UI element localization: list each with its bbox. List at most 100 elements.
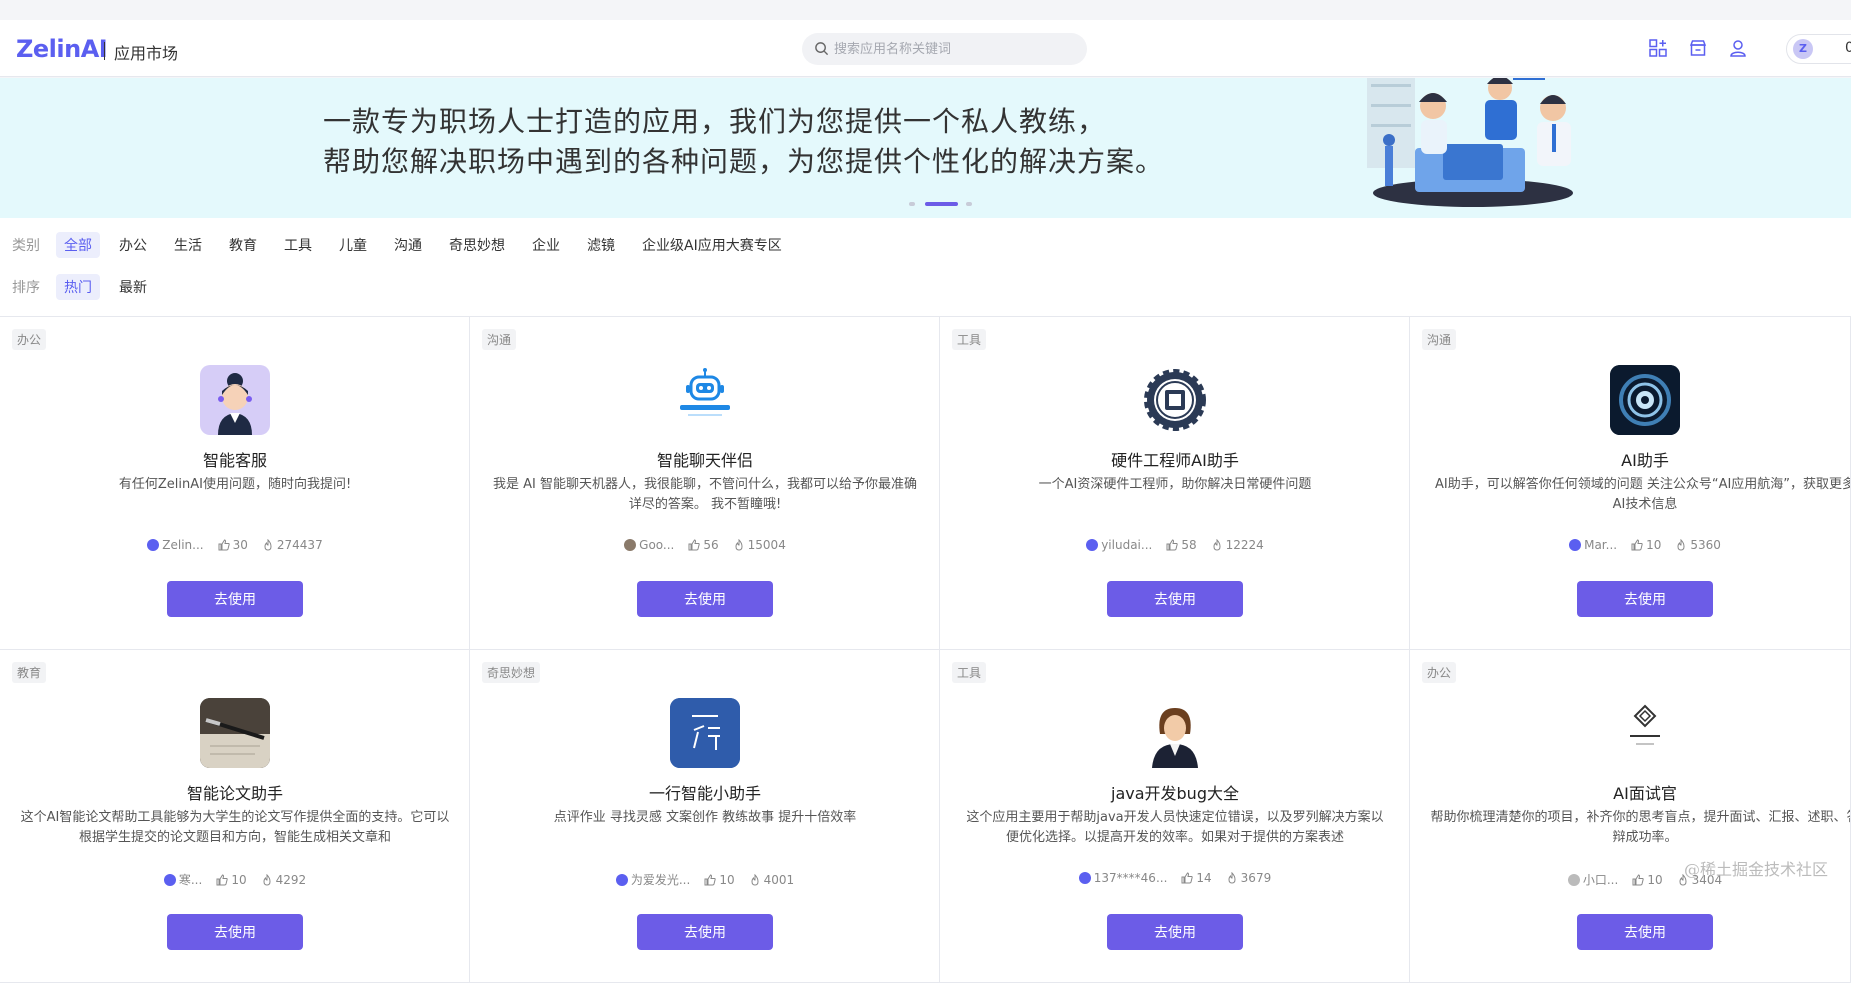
card-author: yiludai... <box>1086 538 1152 552</box>
author-avatar <box>147 539 160 551</box>
category-chip-filter[interactable]: 滤镜 <box>579 232 623 258</box>
card-meta: Zelin... 30 274437 <box>0 538 469 552</box>
banner-line-2: 帮助您解决职场中遇到的各种问题，为您提供个性化的解决方案。 <box>323 145 1165 178</box>
card-title: AI面试官 <box>1613 784 1677 803</box>
app-card[interactable]: 工具 硬件工程师AI助手 一个AI资深硬件工程师，助你解决日常硬件问题 yilu… <box>940 317 1410 650</box>
card-category-tag: 奇思妙想 <box>482 662 541 683</box>
likes-count: 10 <box>719 872 735 887</box>
thumb-up-icon <box>218 539 230 551</box>
card-title: 一行智能小助手 <box>648 784 761 803</box>
uses-count: 274437 <box>276 538 323 552</box>
category-chip-creative[interactable]: 奇思妙想 <box>441 232 513 258</box>
card-title: 硬件工程师AI助手 <box>1111 451 1239 470</box>
banner[interactable]: 一款专为职场人士打造的应用，我们为您提供一个私人教练， 帮助您解决职场中遇到的各… <box>0 78 1851 218</box>
author-avatar <box>163 873 176 886</box>
app-card[interactable]: 工具 java开发bug大全 这个应用主要用于帮助java开发人员快速定位错误，… <box>940 650 1410 983</box>
thumb-up-icon <box>1631 539 1643 551</box>
use-button[interactable]: 去使用 <box>1107 581 1243 617</box>
card-title: 智能论文助手 <box>186 784 283 803</box>
uses-count: 15004 <box>747 538 786 552</box>
app-card[interactable]: 办公 AI面试官 帮助你梳理清楚你的项目，补齐你的思考盲点，提升面试、汇报、述职… <box>1410 650 1851 983</box>
thumb-up-icon <box>704 873 716 885</box>
galaxy-eye-icon <box>1610 365 1680 435</box>
uses-count: 5360 <box>1690 538 1721 552</box>
card-author: 寒... <box>163 871 203 888</box>
card-likes[interactable]: 58 <box>1166 538 1197 552</box>
category-chip-enterprise[interactable]: 企业 <box>524 232 568 258</box>
user-avatar-pill[interactable]: Z 0 <box>1786 34 1851 64</box>
app-card[interactable]: 沟通 智能聊天伴侣 我是 AI 智能聊天机器人，我很能聊，不管问什么，我都可以给… <box>470 317 940 650</box>
use-button[interactable]: 去使用 <box>637 914 773 950</box>
category-chip-communication[interactable]: 沟通 <box>386 232 430 258</box>
chat-robot-icon <box>670 365 740 435</box>
card-likes[interactable]: 10 <box>1631 538 1661 552</box>
app-card[interactable]: 沟通 AI助手 AI助手，可以解答你任何领域的问题 关注公众号“AI应用航海”，… <box>1410 317 1851 650</box>
card-title: java开发bug大全 <box>1111 784 1239 803</box>
card-meta: 寒... 10 4292 <box>0 871 469 888</box>
carousel-dot-active[interactable] <box>925 202 958 206</box>
card-category-tag: 办公 <box>1422 662 1457 683</box>
use-button[interactable]: 去使用 <box>637 581 773 617</box>
flame-icon <box>263 873 271 886</box>
search-input[interactable] <box>834 33 1074 65</box>
card-author: Goo... <box>624 538 674 552</box>
card-likes[interactable]: 56 <box>688 538 719 552</box>
card-description: 点评作业 寻找灵感 文案创作 教练故事 提升十倍效率 <box>553 810 857 825</box>
search-box[interactable] <box>802 33 1087 65</box>
carousel-dot[interactable] <box>909 202 915 206</box>
likes-count: 30 <box>232 538 248 552</box>
card-category-tag: 沟通 <box>482 329 517 350</box>
store-icon[interactable] <box>1687 37 1709 59</box>
flame-icon <box>1213 539 1221 551</box>
category-chip-education[interactable]: 教育 <box>221 232 265 258</box>
use-button[interactable]: 去使用 <box>1577 581 1713 617</box>
card-category-tag: 工具 <box>952 662 987 683</box>
category-row: 类别 全部 办公 生活 教育 工具 儿童 沟通 奇思妙想 企业 滤镜 企业级AI… <box>12 232 801 258</box>
card-description: 我是 AI 智能聊天机器人，我很能聊，不管问什么，我都可以给予你最准确详尽的答案… <box>493 477 917 512</box>
card-likes[interactable]: 30 <box>218 538 248 552</box>
thumb-up-icon <box>216 873 228 885</box>
app-card[interactable]: 教育 智能论文助手 这个AI智能论文帮助工具能够为大学生的论文写作提供全面的支持… <box>0 650 470 983</box>
app-card[interactable]: 办公 智能客服 有任何ZelinAI使用问题，随时向我提问! Zelin... … <box>0 317 470 650</box>
author-name: 寒... <box>178 873 203 887</box>
flame-icon <box>1677 539 1685 551</box>
card-likes[interactable]: 10 <box>1632 873 1663 887</box>
sort-row: 排序 热门 最新 <box>12 274 166 300</box>
flame-icon <box>751 873 759 886</box>
card-author: 小口... <box>1567 871 1618 888</box>
uses-count: 4292 <box>275 872 307 887</box>
card-author: Mar... <box>1569 538 1617 552</box>
author-avatar <box>1078 872 1091 884</box>
logo[interactable]: ZelinAI <box>16 35 108 63</box>
user-icon[interactable] <box>1727 37 1749 59</box>
card-likes[interactable]: 10 <box>704 872 735 887</box>
use-button[interactable]: 去使用 <box>1577 914 1713 950</box>
card-uses: 4001 <box>749 873 794 887</box>
category-chip-tools[interactable]: 工具 <box>276 232 320 258</box>
logo-separator <box>104 42 105 60</box>
card-uses: 12224 <box>1211 538 1264 552</box>
category-chip-all[interactable]: 全部 <box>56 232 100 258</box>
use-button[interactable]: 去使用 <box>167 581 303 617</box>
likes-count: 58 <box>1181 538 1197 552</box>
top-strip <box>0 0 1851 20</box>
apps-grid-icon[interactable] <box>1647 37 1669 59</box>
likes-count: 56 <box>703 538 719 552</box>
app-grid: 办公 智能客服 有任何ZelinAI使用问题，随时向我提问! Zelin... … <box>0 316 1851 983</box>
use-button[interactable]: 去使用 <box>167 914 303 950</box>
category-chip-kids[interactable]: 儿童 <box>331 232 375 258</box>
category-chip-office[interactable]: 办公 <box>111 232 155 258</box>
app-card[interactable]: 奇思妙想 一行智能小助手 点评作业 寻找灵感 文案创作 教练故事 提升十倍效率 … <box>470 650 940 983</box>
carousel-dot[interactable] <box>966 202 972 206</box>
sort-chip-latest[interactable]: 最新 <box>111 274 155 300</box>
use-button[interactable]: 去使用 <box>1107 914 1243 950</box>
author-name: Zelin... <box>162 538 204 552</box>
sort-chip-hot[interactable]: 热门 <box>56 274 100 300</box>
category-chip-life[interactable]: 生活 <box>166 232 210 258</box>
card-category-tag: 沟通 <box>1422 329 1457 350</box>
card-likes[interactable]: 10 <box>216 873 247 887</box>
page-title: 应用市场 <box>114 44 179 63</box>
category-chip-contest[interactable]: 企业级AI应用大赛专区 <box>634 232 790 258</box>
author-avatar <box>1567 873 1580 886</box>
search-icon <box>815 42 829 56</box>
